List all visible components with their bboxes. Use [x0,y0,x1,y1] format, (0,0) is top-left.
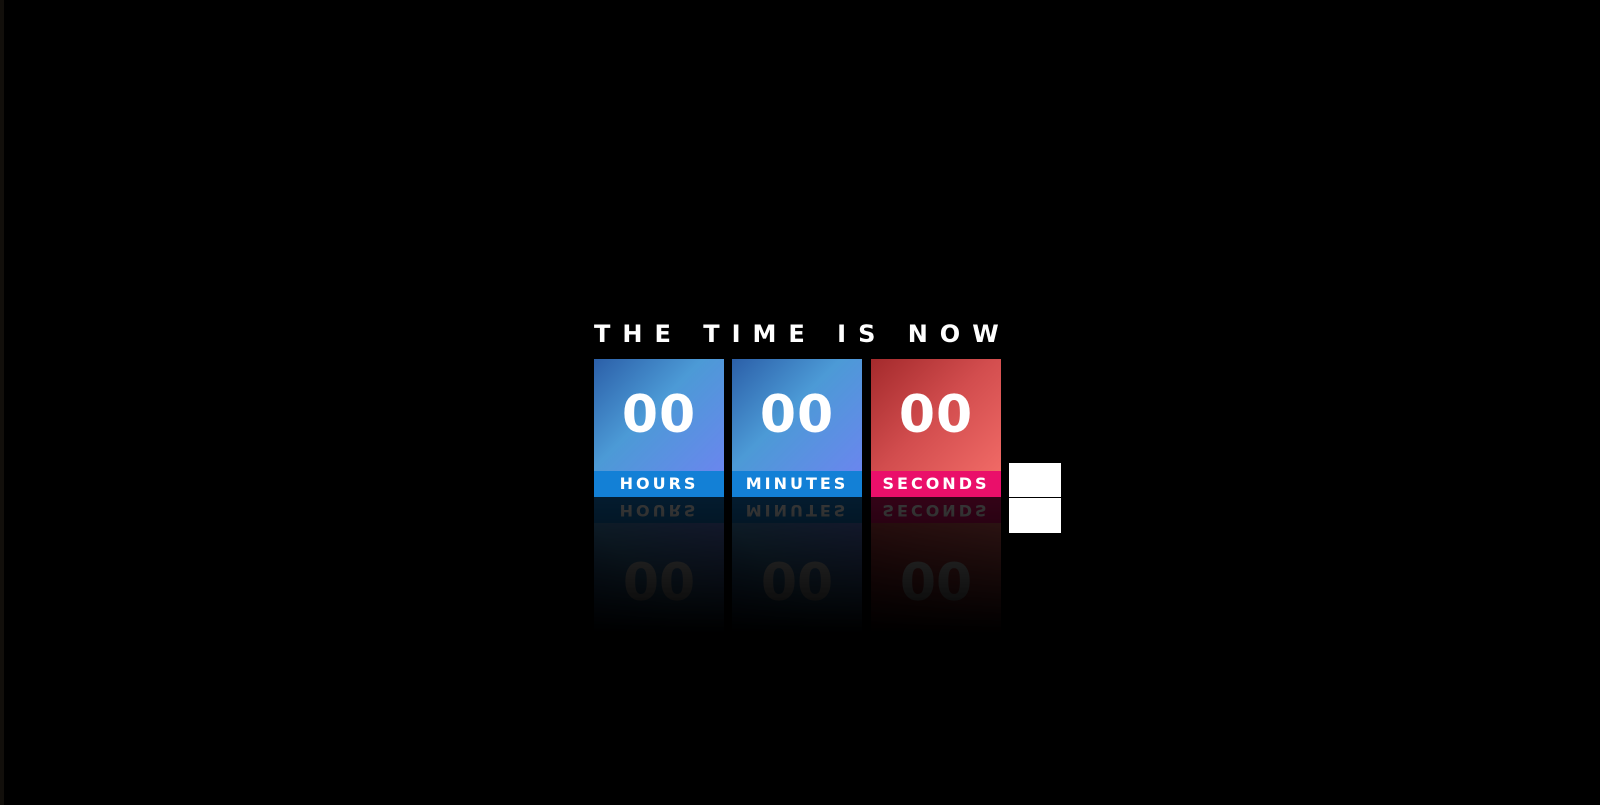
minutes-reflection: 00 MINUTES [732,497,862,635]
minutes-reflection-value: 00 [760,549,834,609]
seconds-value: 00 [898,385,974,445]
hours-value: 00 [621,385,697,445]
hours-reflection-value: 00 [622,549,696,609]
seconds-reflection-value: 00 [899,549,973,609]
white-block-bottom [1009,498,1061,533]
seconds-label: SECONDS [871,471,1001,497]
minutes-value: 00 [759,385,835,445]
seconds-reflection: 00 SECONDS [871,497,1001,635]
page-title: THE TIME IS NOW [594,320,1011,348]
minutes-label: MINUTES [732,471,862,497]
hours-label: HOURS [594,471,724,497]
hours-reflection-label: HOURS [594,497,724,523]
hours-reflection: 00 HOURS [594,497,724,635]
countdown-seconds: 00 SECONDS [871,359,1001,497]
countdown-minutes: 00 MINUTES [732,359,862,497]
countdown-hours: 00 HOURS [594,359,724,497]
window-left-edge [0,0,4,805]
white-block-top [1009,463,1061,497]
minutes-reflection-label: MINUTES [732,497,862,523]
seconds-reflection-label: SECONDS [871,497,1001,523]
